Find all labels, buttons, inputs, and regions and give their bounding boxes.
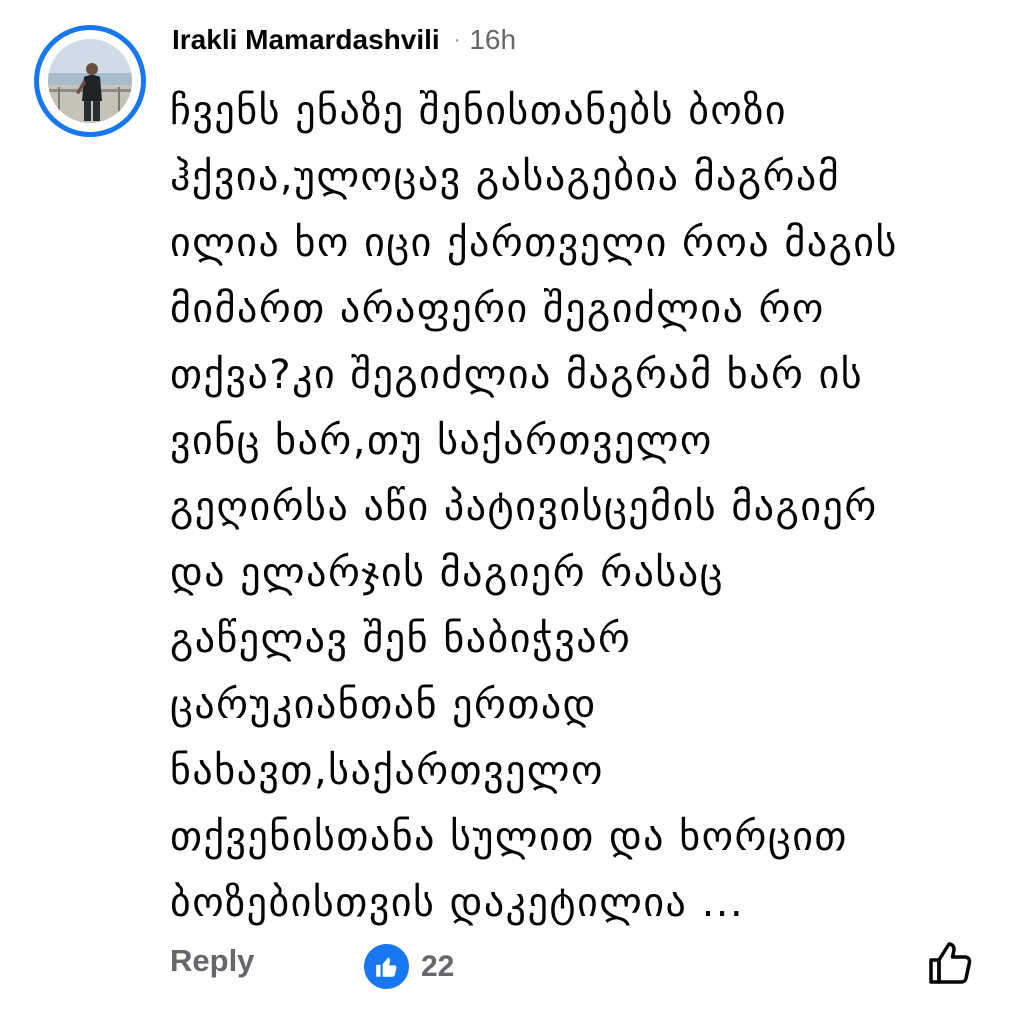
avatar[interactable] [48,39,132,123]
timestamp[interactable]: 16h [469,24,516,56]
separator-dot: · [453,28,461,51]
comment-line: ჰქვია,ულოცავ გასაგებია მაგრამ [170,154,841,200]
avatar-ring[interactable] [34,25,146,137]
comment-line: თქვა?კი შეგიძლია მაგრამ ხარ ის [170,352,864,398]
author-name[interactable]: Irakli Mamardashvili [172,24,440,56]
thumb-up-outline-icon[interactable] [925,938,975,988]
comment-line: ჩვენს ენაზე შენისთანებს ბოზი [170,88,788,134]
comment-line: ნახავთ,საქართველო [170,748,604,794]
reply-button[interactable]: Reply [170,943,254,979]
comment-line: თქვენისთანა სულით და ხორცით [170,814,848,860]
comment-line: გეღირსა აწი პატივისცემის მაგიერ [170,484,878,530]
comment-line: ვინც ხარ,თუ საქართველო [170,418,713,464]
comment-text: ჩვენს ენაზე შენისთანებს ბოზი ჰქვია,ულოცა… [170,78,1000,936]
comment-line: გაწელავ შენ ნაბიჭვარ [170,616,632,662]
comment-line: ბოზებისთვის დაკეტილია ... [170,880,745,926]
comment-line: ილია ხო იცი ქართველი როა მაგის [170,220,898,266]
like-thumb-icon [364,944,409,989]
comment-line: ცარუკიანთან ერთად [170,682,597,728]
reaction-count: 22 [421,949,455,983]
reaction-summary[interactable]: 22 [364,944,454,989]
comment-line: და ელარჯის მაგიერ რასაც [170,550,724,596]
comment-line: მიმართ არაფერი შეგიძლია რო [170,286,825,332]
comment-header: Irakli Mamardashvili · 16h [172,22,516,58]
avatar-photo [48,39,132,123]
